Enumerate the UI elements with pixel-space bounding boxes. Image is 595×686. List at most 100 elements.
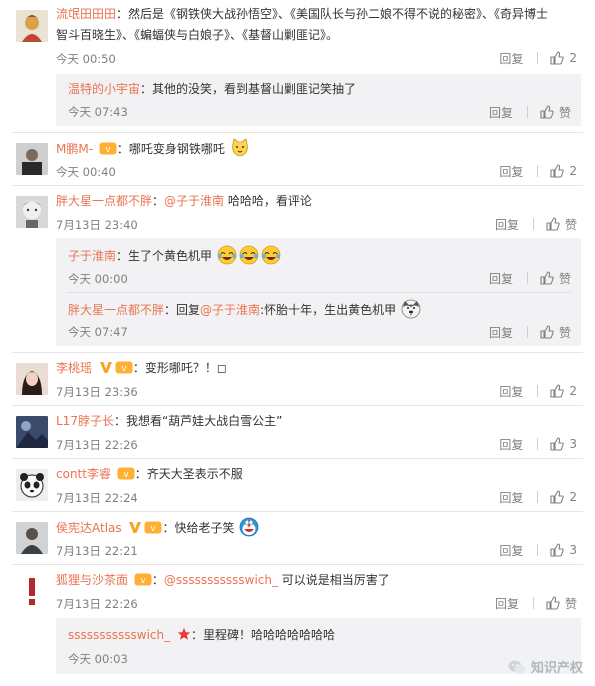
username[interactable]: contt李睿 bbox=[56, 467, 111, 481]
reply-button[interactable]: 回复 bbox=[499, 50, 523, 67]
reply-button[interactable]: 回复 bbox=[499, 542, 523, 559]
like-count: 3 bbox=[569, 437, 577, 451]
like-count: 赞 bbox=[558, 325, 571, 340]
divider bbox=[537, 165, 539, 177]
divider bbox=[537, 491, 539, 503]
avatar[interactable] bbox=[16, 10, 48, 42]
thumbs-up-icon bbox=[550, 437, 565, 451]
like-count: 赞 bbox=[558, 105, 571, 120]
like-button[interactable]: 2 bbox=[550, 490, 577, 504]
timestamp: 今天 00:03 bbox=[68, 652, 128, 666]
comment-text: ：我想看“葫芦娃大战白雪公主” bbox=[113, 414, 283, 428]
verified-v-icon bbox=[129, 522, 142, 533]
mention-link[interactable]: @子于淮南 bbox=[200, 303, 260, 317]
username[interactable]: L17脖子长 bbox=[56, 414, 114, 428]
reply-button[interactable]: 回复 bbox=[489, 104, 513, 121]
comment: 流氓田田田：然后是《钢铁侠大战孙悟空》、《美国队长与孙二娘不得不说的秘密》、《奇… bbox=[0, 0, 595, 68]
like-button[interactable]: 赞 bbox=[540, 324, 571, 341]
like-button[interactable]: 赞 bbox=[546, 595, 577, 612]
verified-v-icon bbox=[99, 362, 112, 373]
like-count: 2 bbox=[569, 490, 577, 504]
avatar[interactable] bbox=[16, 363, 48, 395]
level-badge-icon: v bbox=[115, 361, 133, 374]
username[interactable]: 温特的小宇宙 bbox=[68, 82, 140, 96]
comment-text: :怀胎十年，生出黄色机甲 bbox=[260, 303, 397, 317]
username[interactable]: 侯宪达Atlas bbox=[56, 521, 122, 535]
watermark-text: 知识产权 bbox=[530, 661, 583, 676]
like-button[interactable]: 2 bbox=[550, 384, 577, 398]
timestamp: 7月13日 22:26 bbox=[56, 438, 138, 452]
reply-button[interactable]: 回复 bbox=[489, 270, 513, 287]
reply-button[interactable]: 回复 bbox=[499, 436, 523, 453]
avatar[interactable] bbox=[16, 143, 48, 175]
like-button[interactable]: 赞 bbox=[540, 270, 571, 287]
sub-reply: 温特的小宇宙：其他的没笑，看到基督山剿匪记笑抽了 今天 07:43 回复 赞 bbox=[56, 74, 581, 126]
username[interactable]: 狐狸与沙茶面 bbox=[56, 573, 128, 587]
username[interactable]: 子于淮南 bbox=[68, 249, 116, 263]
comment-actions: 回复 赞 bbox=[495, 593, 577, 613]
husky-emoji-icon bbox=[401, 299, 421, 319]
reply-button[interactable]: 回复 bbox=[499, 489, 523, 506]
reply-box: ssssssssssswich_ ：里程碑！哈哈哈哈哈哈哈 今天 00:03 bbox=[56, 618, 581, 674]
level-badge-icon: v bbox=[144, 521, 162, 534]
username[interactable]: ssssssssssswich_ bbox=[68, 628, 170, 642]
timestamp: 今天 00:00 bbox=[68, 272, 128, 286]
doraemon-emoji-icon bbox=[239, 517, 259, 537]
avatar[interactable] bbox=[16, 469, 48, 501]
like-button[interactable]: 2 bbox=[550, 164, 577, 178]
username[interactable]: M鹏M- bbox=[56, 142, 93, 156]
mention-link[interactable]: @ssssssssssswich_ bbox=[164, 573, 278, 587]
username[interactable]: 李桃瑶 bbox=[56, 361, 92, 375]
comment: 李桃瑶 v ：变形哪吒？！◻ 7月13日 23:36 回复 2 bbox=[0, 353, 595, 403]
level-badge-icon: v bbox=[134, 573, 152, 586]
comment-text: ：里程碑！哈哈哈哈哈哈哈 bbox=[190, 628, 335, 642]
reply-button[interactable]: 回复 bbox=[499, 383, 523, 400]
comment-text: ：变形哪吒？！◻ bbox=[132, 361, 227, 375]
reply-button[interactable]: 回复 bbox=[495, 216, 519, 233]
thumbs-up-icon bbox=[546, 596, 560, 610]
avatar[interactable] bbox=[16, 416, 48, 448]
comment-text: ：哪吒变身钢铁哪吒 bbox=[116, 142, 225, 156]
mention-link[interactable]: @子于淮南 bbox=[164, 194, 224, 208]
like-button[interactable]: 赞 bbox=[546, 216, 577, 233]
thumbs-up-icon bbox=[540, 105, 554, 119]
laughing-tears-emoji-icon bbox=[261, 245, 281, 265]
comment-text: 哈哈哈，看评论 bbox=[224, 194, 312, 208]
avatar[interactable] bbox=[16, 522, 48, 554]
divider bbox=[537, 52, 539, 64]
comment-actions: 回复 赞 bbox=[495, 214, 577, 234]
like-button[interactable]: 赞 bbox=[540, 104, 571, 121]
red-star-badge-icon bbox=[177, 628, 191, 640]
sub-reply: 子于淮南：生了个黄色机甲 今天 00:00 回复 赞 bbox=[56, 238, 581, 292]
avatar[interactable] bbox=[16, 196, 48, 228]
thumbs-up-icon bbox=[550, 384, 565, 398]
timestamp: 7月13日 23:40 bbox=[56, 218, 138, 232]
svg-text:v: v bbox=[121, 364, 127, 374]
timestamp: 7月13日 22:21 bbox=[56, 544, 138, 558]
wechat-logo-icon bbox=[508, 660, 526, 673]
like-button[interactable]: 3 bbox=[550, 543, 577, 557]
reply-button[interactable]: 回复 bbox=[499, 163, 523, 180]
thumbs-up-icon bbox=[540, 325, 554, 339]
username[interactable]: 胖大星一点都不胖 bbox=[68, 303, 164, 317]
svg-text:v: v bbox=[105, 145, 111, 155]
avatar[interactable] bbox=[16, 575, 48, 607]
comment: contt李睿 v ：齐天大圣表示不服 7月13日 22:24 回复 2 bbox=[0, 459, 595, 509]
thumbs-up-icon bbox=[550, 164, 565, 178]
username[interactable]: 胖大星一点都不胖 bbox=[56, 194, 152, 208]
comment-text: ：然后是《钢铁侠大战孙悟空》、《美国队长与孙二娘不得不说的秘密》、《奇异博士 bbox=[116, 7, 549, 21]
svg-text:v: v bbox=[140, 576, 146, 586]
thumbs-up-icon bbox=[550, 490, 565, 504]
like-button[interactable]: 2 bbox=[550, 51, 577, 65]
username[interactable]: 流氓田田田 bbox=[56, 7, 116, 21]
reply-button[interactable]: 回复 bbox=[495, 595, 519, 612]
svg-text:v: v bbox=[151, 524, 157, 534]
like-count: 赞 bbox=[564, 596, 577, 611]
like-count: 3 bbox=[569, 543, 577, 557]
reply-button[interactable]: 回复 bbox=[489, 324, 513, 341]
timestamp: 今天 07:43 bbox=[68, 105, 128, 119]
comment-actions: 回复 2 bbox=[499, 161, 577, 181]
comment-text: ：快给老子笑 bbox=[162, 521, 235, 535]
like-button[interactable]: 3 bbox=[550, 437, 577, 451]
divider bbox=[526, 106, 528, 118]
